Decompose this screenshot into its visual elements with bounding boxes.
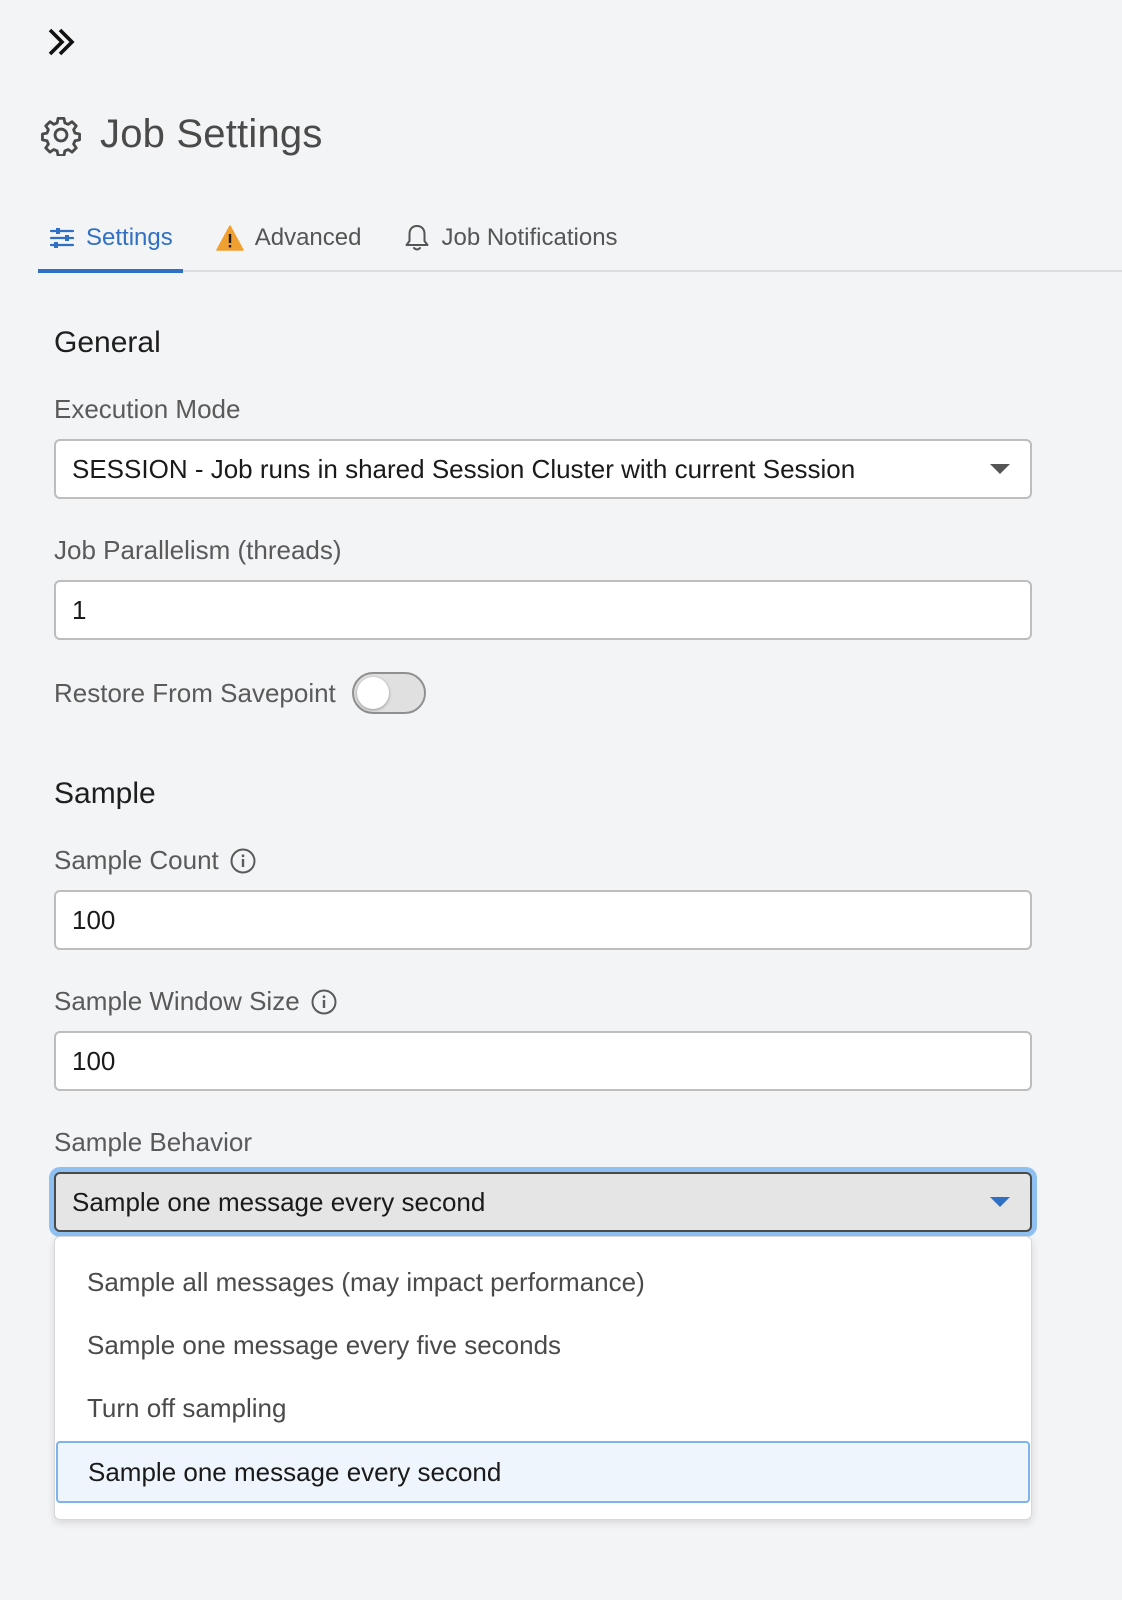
sample-window-size-value: 100 [72,1045,116,1076]
dropdown-option[interactable]: Sample one message every five seconds [55,1314,1031,1376]
dropdown-option[interactable]: Turn off sampling [55,1377,1031,1439]
general-section-title: General [54,326,161,359]
info-icon[interactable] [310,988,338,1016]
restore-savepoint-label: Restore From Savepoint [54,677,336,708]
sample-behavior-value: Sample one message every second [72,1186,486,1217]
dropdown-option[interactable]: Sample all messages (may impact performa… [55,1251,1031,1313]
bell-icon [405,225,429,251]
tab-advanced[interactable]: Advanced [205,206,372,270]
dropdown-option-selected[interactable]: Sample one message every second [56,1441,1030,1503]
job-parallelism-value: 1 [72,594,87,625]
toggle-knob [356,677,389,709]
execution-mode-label: Execution Mode [54,394,240,425]
job-parallelism-label: Job Parallelism (threads) [54,535,342,566]
sample-behavior-label: Sample Behavior [54,1127,252,1158]
chevron-down-icon [990,1197,1010,1207]
sample-behavior-select[interactable]: Sample one message every second [54,1172,1032,1232]
sample-window-size-label: Sample Window Size [54,986,338,1017]
expand-panel-button[interactable] [40,20,84,64]
restore-savepoint-row: Restore From Savepoint [54,672,426,714]
execution-mode-value: SESSION - Job runs in shared Session Clu… [72,453,856,484]
tab-job-notifications-label: Job Notifications [441,224,618,251]
execution-mode-label-text: Execution Mode [54,394,241,424]
tab-bar: Settings Advanced Job Notifications [38,206,1122,273]
tab-advanced-label: Advanced [254,224,362,251]
warning-icon [215,225,244,251]
sample-behavior-label-text: Sample Behavior [54,1127,252,1157]
sample-count-value: 100 [72,904,116,935]
tab-settings[interactable]: Settings [38,206,183,273]
double-chevron-right-icon [48,28,75,56]
panel-header: Job Settings [40,112,323,157]
sample-behavior-dropdown: Sample all messages (may impact performa… [54,1236,1032,1520]
sample-section-title: Sample [54,777,156,810]
job-parallelism-input[interactable]: 1 [54,580,1032,640]
sample-window-size-label-text: Sample Window Size [54,986,300,1016]
chevron-down-icon [990,464,1010,474]
sample-count-input[interactable]: 100 [54,890,1032,950]
gear-icon [41,116,81,156]
tab-settings-label: Settings [86,224,173,251]
execution-mode-select[interactable]: SESSION - Job runs in shared Session Clu… [54,439,1032,499]
sample-count-label-text: Sample Count [54,845,219,875]
job-parallelism-label-text: Job Parallelism (threads) [54,535,342,565]
sample-count-label: Sample Count [54,845,257,876]
tab-job-notifications[interactable]: Job Notifications [393,206,627,270]
restore-savepoint-toggle[interactable] [351,672,426,714]
info-icon[interactable] [229,847,257,875]
sample-window-size-input[interactable]: 100 [54,1031,1032,1091]
page-title: Job Settings [100,112,323,156]
sliders-icon [49,228,75,248]
